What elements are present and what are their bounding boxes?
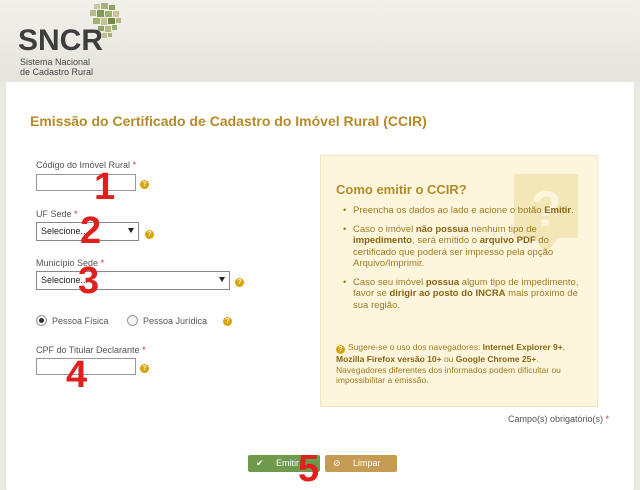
text: . [571, 205, 574, 216]
uf-label: UF Sede * [36, 209, 78, 219]
text: Caso seu imóvel [353, 276, 426, 288]
cpf-label-text: CPF do Titular Declarante [36, 345, 140, 355]
text-bold: Internet Explorer 9+ [482, 342, 563, 352]
list-item: Preencha os dados ao lado e acione o bot… [340, 205, 580, 217]
codigo-input[interactable] [36, 174, 136, 191]
annotation-3: 3 [78, 260, 100, 302]
codigo-label: Código do Imóvel Rural * [36, 160, 136, 170]
limpar-button-label: Limpar [353, 458, 381, 468]
limpar-button[interactable]: ⊘ Limpar [325, 455, 397, 472]
required-note-text: Campo(s) obrigatório(s) [508, 414, 604, 424]
info-title: Como emitir o CCIR? [336, 182, 467, 197]
annotation-2: 2 [80, 210, 102, 252]
radio-pessoa-juridica-label[interactable]: Pessoa Jurídica [143, 316, 207, 326]
annotation-1: 1 [94, 166, 116, 208]
radio-pessoa-fisica-label[interactable]: Pessoa Física [52, 316, 109, 326]
help-icon[interactable]: ? [140, 180, 149, 189]
required-mark: * [74, 209, 78, 219]
annotation-5: 5 [298, 448, 320, 490]
header: SNCR Sistema Nacional de Cadastro Rural [0, 0, 640, 82]
text-bold: Mozilla Firefox versão 10+ [336, 354, 442, 364]
list-item: Caso seu imóvel possua algum tipo de imp… [340, 277, 580, 312]
help-icon[interactable]: ? [223, 317, 232, 326]
text-bold: possua [425, 276, 460, 288]
help-icon[interactable]: ? [235, 278, 244, 287]
text: Sugere-se o uso dos navegadores: [348, 342, 483, 352]
municipio-select[interactable]: Selecione... [36, 271, 230, 290]
help-icon[interactable]: ? [145, 230, 154, 239]
chevron-down-icon [128, 228, 134, 233]
logo-subtitle: Sistema Nacional de Cadastro Rural [20, 57, 93, 77]
help-icon[interactable]: ? [140, 364, 149, 373]
text-bold: arquivo PDF [479, 235, 536, 246]
text: nenhum tipo de [468, 223, 537, 235]
clear-icon: ⊘ [333, 458, 341, 468]
annotation-4: 4 [66, 354, 88, 396]
radio-pessoa-juridica[interactable] [127, 315, 138, 326]
emitir-button-label: Emitir [276, 458, 299, 468]
logo-subtitle-line2: de Cadastro Rural [20, 67, 94, 77]
logo-subtitle-line1: Sistema Nacional [20, 57, 91, 67]
text-bold: não possua [415, 223, 469, 235]
text: Preencha os dados ao lado e acione o bot… [353, 205, 545, 216]
cpf-label: CPF do Titular Declarante * [36, 345, 146, 355]
required-mark: * [605, 414, 610, 424]
text: , será emitido o [412, 235, 480, 246]
text-bold: dirigir ao posto do INCRA [389, 288, 506, 299]
text-bold: Emitir [544, 205, 572, 216]
required-mark: * [142, 345, 146, 355]
text: , [562, 342, 566, 352]
text-bold: impedimento [353, 235, 413, 246]
required-note: Campo(s) obrigatório(s) * [508, 414, 609, 424]
required-mark: * [132, 160, 137, 170]
text: ou [441, 354, 456, 364]
check-icon: ✔ [256, 458, 264, 468]
codigo-label-text: Código do Imóvel Rural [36, 160, 131, 170]
logo-title: SNCR [18, 24, 104, 57]
browser-note: ? Sugere-se o uso dos navegadores: Intern… [336, 342, 586, 386]
text-bold: Google Chrome 25+ [455, 354, 537, 364]
info-list: Preencha os dados ao lado e acione o bot… [340, 205, 580, 318]
help-icon: ? [336, 345, 345, 354]
uf-label-text: UF Sede [36, 209, 72, 219]
text: Caso o imóvel [353, 223, 416, 235]
list-item: Caso o imóvel não possua nenhum tipo de … [340, 224, 580, 270]
required-mark: * [100, 258, 105, 268]
page-title: Emissão do Certificado de Cadastro do Im… [30, 113, 427, 129]
chevron-down-icon [219, 277, 225, 282]
radio-pessoa-fisica[interactable] [36, 315, 47, 326]
